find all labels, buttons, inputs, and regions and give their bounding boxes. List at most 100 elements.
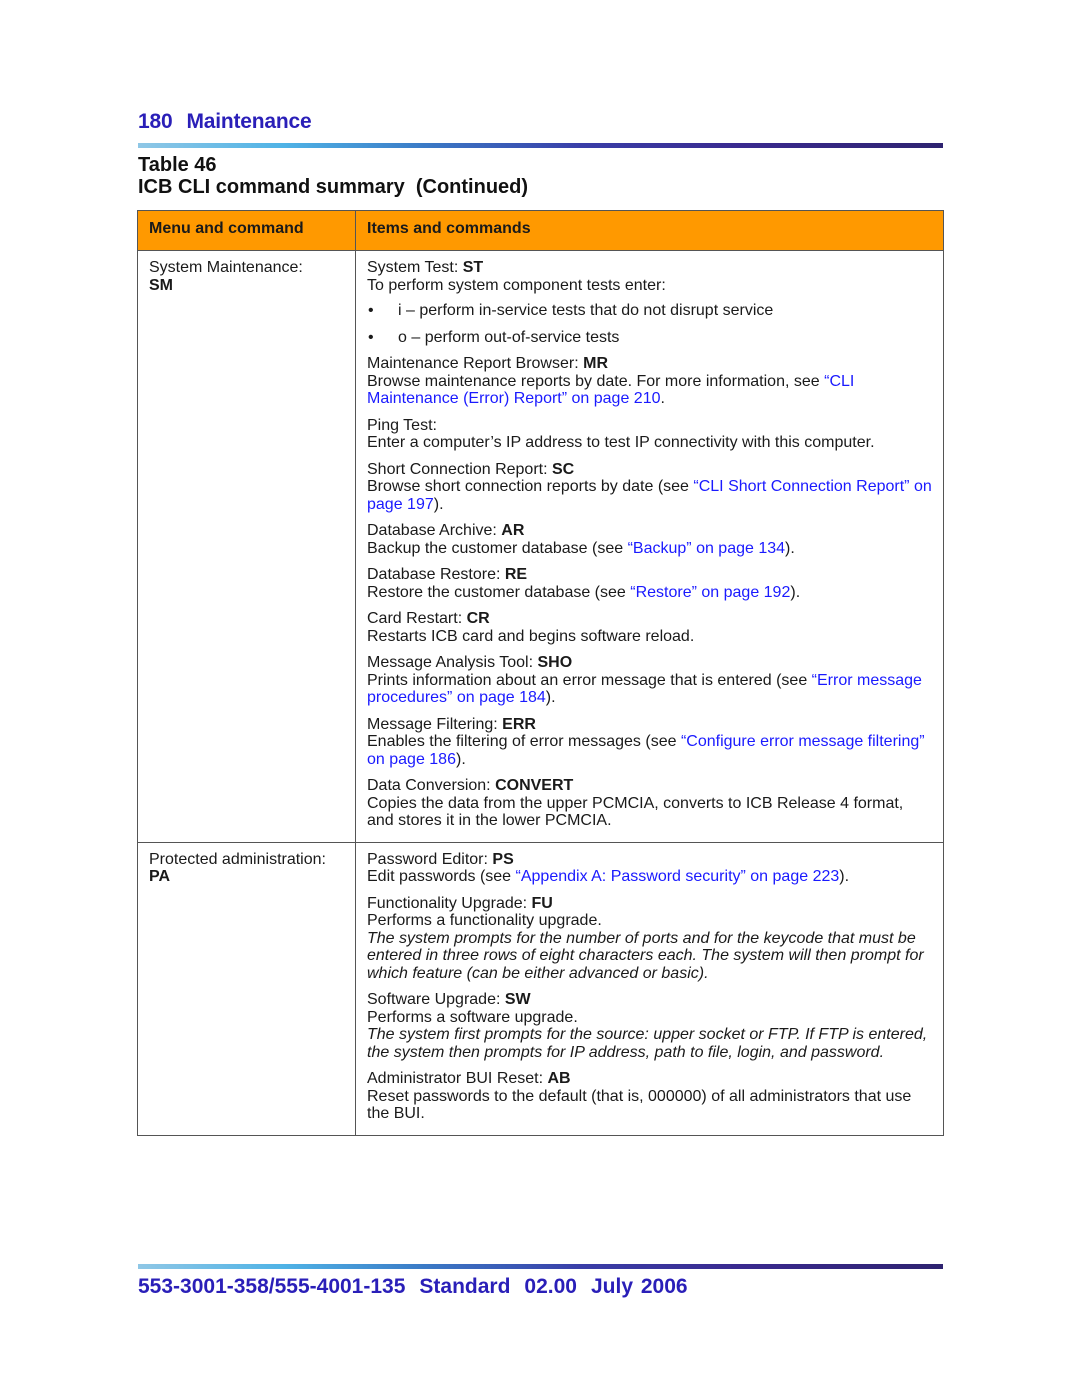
page-number: 180: [138, 110, 173, 133]
command-code: RE: [504, 566, 528, 583]
command-title-line: System Test: ST: [367, 259, 932, 277]
description-text: Browse maintenance reports by date. For …: [367, 372, 825, 390]
command-title: Database Archive:: [367, 522, 502, 539]
doc-number: 553-3001-358/555-4001-135: [138, 1275, 406, 1298]
command-title-line: Administrator BUI Reset: AB: [367, 1070, 932, 1088]
command-entry: System Test: ST To perform system compone…: [367, 259, 932, 346]
command-code: AB: [547, 1070, 571, 1087]
command-title-line: Functionality Upgrade: FU: [367, 895, 932, 913]
footer: 553-3001-358/555-4001-135 Standard 02.00 Ju…: [138, 1275, 702, 1299]
command-title: System Test:: [367, 259, 463, 276]
command-title: Database Restore:: [367, 566, 505, 583]
description-text-end: .: [660, 390, 665, 407]
section-title: Maintenance: [186, 110, 312, 133]
doc-status: Standard: [419, 1275, 511, 1298]
description-text: Restarts ICB card and begins software re…: [367, 627, 695, 645]
command-description: Restore the customer database (see “Rest…: [367, 584, 932, 602]
column-header-items: Items and commands: [355, 210, 944, 251]
description-text: Backup the customer database (see: [367, 539, 628, 557]
doc-date: July 2006: [590, 1275, 688, 1298]
command-entry: Message Filtering: ERR Enables the filter…: [367, 716, 932, 769]
bottom-rule-divider: [138, 1264, 943, 1269]
command-entry: Functionality Upgrade: FU Performs a func…: [367, 895, 932, 983]
description-text: Enter a computer’s IP address to test IP…: [367, 434, 875, 451]
command-description: Edit passwords (see “Appendix A: Passwor…: [367, 868, 932, 886]
description-text: Prints information about an error messag…: [367, 671, 812, 689]
cross-reference-link[interactable]: “Backup” on page 134: [628, 540, 785, 557]
command-entry: Short Connection Report: SC Browse short …: [367, 461, 932, 514]
command-title: Administrator BUI Reset:: [367, 1070, 548, 1087]
command-code: CONVERT: [495, 777, 574, 794]
command-title: Software Upgrade:: [367, 991, 505, 1008]
table-row: System Maintenance: SM System Test: ST To p…: [137, 250, 944, 843]
bullet-item: • i – perform in-service tests that do no…: [367, 302, 932, 320]
command-title-line: Short Connection Report: SC: [367, 461, 932, 479]
description-text: Enables the filtering of error messages …: [367, 733, 681, 750]
command-code: ERR: [502, 715, 536, 733]
command-entry: Card Restart: CR Restarts ICB card and be…: [367, 610, 932, 645]
command-title: Password Editor:: [367, 850, 493, 868]
bullet-icon: •: [368, 328, 374, 346]
command-entry: Ping Test: Enter a computer’s IP address …: [367, 417, 932, 452]
command-title-line: Message Filtering: ERR: [367, 716, 932, 734]
doc-version: 02.00: [524, 1275, 577, 1298]
menu-label: System Maintenance:: [149, 259, 303, 276]
description-text: Restore the customer database (see: [367, 583, 631, 601]
command-note: The system first prompts for the source:…: [367, 1026, 928, 1061]
description-text-end: ).: [545, 689, 556, 706]
command-title: Message Filtering:: [367, 715, 503, 733]
items-cell: System Test: ST To perform system compone…: [355, 250, 944, 843]
description-text-end: ).: [785, 539, 795, 557]
running-head: 180 Maintenance: [138, 110, 312, 134]
command-description: Performs a software upgrade.: [367, 1009, 932, 1027]
command-entry: Message Analysis Tool: SHO Prints informa…: [367, 654, 932, 707]
command-title: Ping Test:: [367, 416, 437, 434]
description-text-end: ).: [433, 495, 444, 513]
menu-code: SM: [149, 276, 173, 294]
table-caption: Table 46 ICB CLI command summary (Contin…: [138, 154, 528, 198]
table-row: Protected administration: PA Password Edit…: [137, 841, 944, 1136]
command-description: Backup the customer database (see “Backu…: [367, 540, 932, 558]
command-title-line: Data Conversion: CONVERT: [367, 777, 932, 795]
command-code: SC: [552, 460, 575, 478]
menu-cell: Protected administration: PA: [137, 841, 356, 1136]
command-title: Message Analysis Tool:: [367, 654, 538, 671]
description-text: Performs a functionality upgrade.: [367, 912, 602, 929]
description-text: Copies the data from the upper PCMCIA, c…: [367, 794, 904, 830]
command-code: CR: [466, 610, 490, 627]
description-text-end: ).: [839, 868, 850, 885]
description-text: Reset passwords to the default (that is,…: [367, 1087, 912, 1123]
command-title-line: Database Restore: RE: [367, 566, 932, 584]
command-code: PS: [492, 850, 514, 868]
cross-reference-link[interactable]: “Appendix A: Password security” on page …: [516, 868, 840, 885]
command-code: MR: [583, 355, 608, 372]
menu-label: Protected administration:: [149, 850, 326, 868]
command-title: Maintenance Report Browser:: [367, 355, 584, 372]
cross-reference-link[interactable]: “Restore” on page 192: [630, 584, 790, 601]
command-description: Enter a computer’s IP address to test IP…: [367, 434, 932, 452]
bullet-item: • o – perform out-of-service tests: [367, 329, 932, 347]
items-cell: Password Editor: PS Edit passwords (see “…: [355, 841, 944, 1136]
command-code: ST: [462, 259, 484, 276]
command-entry: Maintenance Report Browser: MR Browse mai…: [367, 355, 932, 408]
command-note: The system prompts for the number of por…: [367, 929, 924, 982]
command-description: Copies the data from the upper PCMCIA, c…: [367, 795, 932, 830]
command-title-line: Message Analysis Tool: SHO: [367, 654, 932, 672]
menu-code: PA: [149, 868, 171, 885]
column-header-menu: Menu and command: [137, 210, 356, 251]
command-description: Enables the filtering of error messages …: [367, 733, 932, 768]
command-title-line: Database Archive: AR: [367, 522, 932, 540]
command-code: SW: [504, 991, 531, 1008]
command-title: Card Restart:: [367, 610, 467, 627]
description-text-end: ).: [790, 583, 801, 601]
bullet-icon: •: [368, 302, 374, 319]
command-summary-table: Menu and command Items and commands Syst…: [137, 210, 944, 1136]
command-entry: Software Upgrade: SW Performs a software …: [367, 991, 932, 1061]
description-text: Edit passwords (see: [367, 868, 516, 885]
menu-cell: System Maintenance: SM: [137, 250, 356, 843]
command-description: Reset passwords to the default (that is,…: [367, 1088, 932, 1123]
command-title: Short Connection Report:: [367, 460, 552, 478]
command-title-line: Card Restart: CR: [367, 610, 932, 628]
command-entry: Database Archive: AR Backup the customer …: [367, 522, 932, 557]
top-rule-divider: [138, 143, 943, 148]
